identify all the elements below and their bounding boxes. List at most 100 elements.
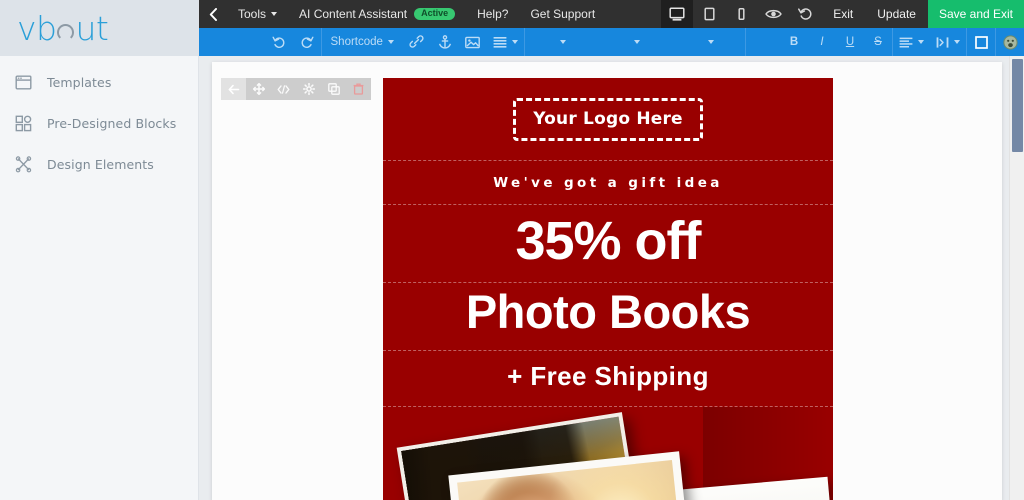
ai-assistant-label: AI Content Assistant bbox=[299, 7, 408, 21]
settings-button[interactable] bbox=[296, 78, 321, 100]
brand-logo[interactable]: vb ut bbox=[0, 0, 198, 56]
desktop-view-button[interactable] bbox=[661, 0, 694, 28]
support-label: Get Support bbox=[530, 7, 596, 21]
preview-button[interactable] bbox=[757, 0, 789, 28]
move-icon bbox=[252, 83, 265, 95]
eye-icon bbox=[764, 9, 782, 19]
indent-dropdown[interactable] bbox=[930, 28, 966, 56]
email-row-shipping[interactable]: + Free Shipping bbox=[383, 351, 833, 408]
scissors-icon bbox=[14, 155, 33, 174]
scrollbar-thumb[interactable] bbox=[1012, 59, 1023, 152]
toolbar-group-emoji bbox=[996, 28, 1024, 56]
undo-button[interactable] bbox=[265, 28, 293, 56]
code-icon bbox=[277, 84, 290, 94]
font-family-dropdown[interactable] bbox=[525, 28, 597, 56]
logo-placeholder[interactable]: Your Logo Here bbox=[513, 98, 703, 141]
insert-link-button[interactable] bbox=[403, 28, 431, 56]
toolbar-group-align bbox=[893, 28, 967, 56]
border-button[interactable] bbox=[967, 28, 995, 56]
tools-menu[interactable]: Tools bbox=[227, 0, 288, 28]
font-color-dropdown[interactable] bbox=[673, 28, 745, 56]
shortcode-dropdown[interactable]: Shortcode bbox=[322, 28, 403, 56]
save-and-exit-button[interactable]: Save and Exit bbox=[927, 0, 1024, 28]
email-template-body[interactable]: Your Logo Here We've got a gift idea 35%… bbox=[382, 77, 834, 500]
bold-button[interactable]: B bbox=[780, 28, 808, 56]
status-badge: Active bbox=[414, 7, 456, 21]
copy-icon bbox=[327, 83, 340, 95]
toolbar-group-border bbox=[967, 28, 996, 56]
duplicate-button[interactable] bbox=[321, 78, 346, 100]
email-row-discount[interactable]: 35% off bbox=[383, 205, 833, 283]
italic-label: I bbox=[820, 36, 824, 48]
editor-toolbar: Shortcode B I U S bbox=[199, 28, 1024, 56]
toolbar-group-font bbox=[525, 28, 746, 56]
redo-icon bbox=[301, 36, 314, 48]
update-button[interactable]: Update bbox=[865, 0, 928, 28]
border-box-icon bbox=[974, 35, 988, 49]
chevron-down-icon bbox=[954, 40, 960, 44]
trash-icon bbox=[353, 83, 364, 95]
gear-icon bbox=[302, 83, 315, 95]
toolbar-group-history bbox=[265, 28, 322, 56]
email-builder-app: vb ut Templates Pre-Designed Blocks Desi… bbox=[0, 0, 1024, 500]
email-page-sheet[interactable]: Your Logo Here We've got a gift idea 35%… bbox=[212, 62, 1002, 500]
bold-label: B bbox=[789, 36, 799, 48]
delete-button[interactable] bbox=[346, 78, 371, 100]
element-action-toolbar bbox=[221, 78, 371, 100]
arrow-left-icon bbox=[228, 84, 239, 94]
underline-button[interactable]: U bbox=[836, 28, 864, 56]
top-navigation-bar: Tools AI Content Assistant Active Help? … bbox=[199, 0, 1024, 28]
link-icon bbox=[409, 35, 424, 48]
save-exit-label: Save and Exit bbox=[938, 7, 1013, 21]
vertical-scrollbar[interactable] bbox=[1009, 56, 1024, 500]
window-icon bbox=[14, 73, 33, 92]
ai-content-assistant-menu[interactable]: AI Content Assistant Active bbox=[288, 0, 466, 28]
email-row-hero-image[interactable] bbox=[383, 407, 833, 500]
drag-handle[interactable] bbox=[246, 78, 271, 100]
redo-button[interactable] bbox=[293, 28, 321, 56]
exit-button[interactable]: Exit bbox=[821, 0, 865, 28]
tablet-icon bbox=[704, 7, 715, 21]
insert-image-button[interactable] bbox=[459, 28, 487, 56]
align-icon bbox=[899, 37, 913, 47]
sidebar-nav: Templates Pre-Designed Blocks Design Ele… bbox=[0, 56, 198, 185]
image-icon bbox=[465, 36, 481, 48]
emoji-button[interactable] bbox=[996, 28, 1024, 56]
font-size-dropdown[interactable] bbox=[597, 28, 673, 56]
code-button[interactable] bbox=[271, 78, 296, 100]
sidebar-item-pre-designed-blocks[interactable]: Pre-Designed Blocks bbox=[0, 103, 198, 144]
logo-part-vb: vb bbox=[17, 8, 57, 48]
exit-label: Exit bbox=[833, 7, 854, 21]
history-button[interactable] bbox=[789, 0, 821, 28]
insert-anchor-button[interactable] bbox=[431, 28, 459, 56]
help-link[interactable]: Help? bbox=[466, 0, 519, 28]
logo-part-ut: ut bbox=[75, 8, 109, 48]
text-align-dropdown[interactable] bbox=[893, 28, 930, 56]
sidebar-item-templates[interactable]: Templates bbox=[0, 62, 198, 103]
back-button[interactable] bbox=[199, 0, 227, 28]
history-icon bbox=[797, 8, 812, 20]
chevron-down-icon bbox=[560, 40, 567, 44]
shortcode-label: Shortcode bbox=[330, 36, 383, 48]
email-row-product[interactable]: Photo Books bbox=[383, 283, 833, 352]
sidebar-item-label: Pre-Designed Blocks bbox=[47, 116, 177, 131]
vbout-wordmark: vb ut bbox=[17, 8, 109, 48]
email-row-tagline[interactable]: We've got a gift idea bbox=[383, 161, 833, 205]
email-row-logo[interactable]: Your Logo Here bbox=[383, 78, 833, 161]
move-back-button[interactable] bbox=[221, 78, 246, 100]
underline-label: U bbox=[845, 36, 855, 48]
logo-ring-icon bbox=[57, 23, 75, 41]
italic-button[interactable]: I bbox=[808, 28, 836, 56]
mobile-view-button[interactable] bbox=[725, 0, 757, 28]
paragraph-style-dropdown[interactable] bbox=[487, 28, 524, 56]
mobile-icon bbox=[738, 8, 745, 20]
sidebar-item-design-elements[interactable]: Design Elements bbox=[0, 144, 198, 185]
tablet-view-button[interactable] bbox=[693, 0, 725, 28]
tools-label: Tools bbox=[238, 7, 267, 21]
chevron-down-icon bbox=[271, 12, 278, 16]
chevron-down-icon bbox=[708, 40, 715, 44]
left-sidebar: vb ut Templates Pre-Designed Blocks Desi… bbox=[0, 0, 199, 500]
strikethrough-button[interactable]: S bbox=[864, 28, 892, 56]
chevron-down-icon bbox=[634, 40, 641, 44]
get-support-link[interactable]: Get Support bbox=[519, 0, 606, 28]
